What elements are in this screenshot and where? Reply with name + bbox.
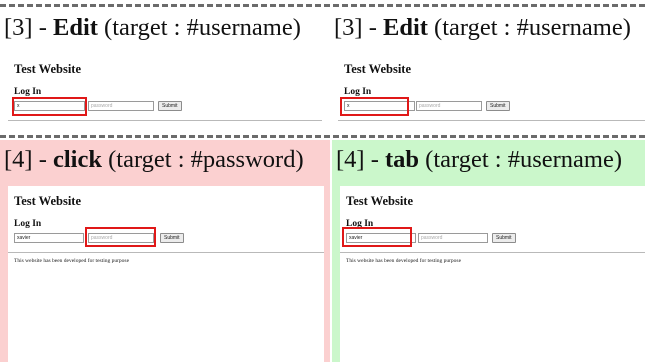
site-title: Test Website [346, 194, 414, 208]
page-screenshot: Test Website Log In xavier password Subm… [8, 186, 324, 362]
step-action: Edit [52, 14, 98, 41]
horizontal-rule [340, 252, 645, 253]
page-screenshot: Test Website Log In xavier password Subm… [340, 186, 645, 362]
step-index: [4] - [336, 146, 385, 173]
step-target: (target : #password) [101, 146, 304, 173]
submit-button[interactable]: Submit [160, 233, 184, 243]
step-target: (target : #username) [97, 14, 301, 41]
step-panel-click: [4] - click (target : #password) Test We… [0, 140, 330, 362]
horizontal-rule [8, 252, 324, 253]
step-index: [4] - [4, 146, 53, 173]
submit-button[interactable]: Submit [486, 101, 510, 111]
target-highlight-username [342, 227, 412, 247]
site-title: Test Website [344, 62, 412, 76]
middle-dashed-separator [0, 135, 645, 138]
page-screenshot: Test Website Log In x password Submit [338, 54, 645, 128]
step-panel-edit-left: [3] - Edit (target : #username) Test Web… [0, 8, 322, 133]
username-input[interactable]: xavier [14, 233, 84, 243]
login-heading: Log In [344, 87, 372, 97]
step-panel-edit-right: [3] - Edit (target : #username) Test Web… [330, 8, 645, 133]
login-heading: Log In [14, 87, 42, 97]
target-highlight-password [85, 227, 156, 247]
footer-text: This website has been developed for test… [14, 258, 130, 264]
horizontal-rule [338, 120, 645, 121]
step-caption: [3] - Edit (target : #username) [4, 14, 301, 41]
password-input[interactable]: password [88, 101, 154, 111]
top-dashed-separator [0, 4, 645, 7]
step-target: (target : #username) [419, 146, 622, 173]
step-action: click [52, 146, 102, 173]
target-highlight-username [340, 97, 409, 116]
password-input[interactable]: password [418, 233, 488, 243]
step-target: (target : #username) [427, 14, 631, 41]
step-panel-tab: [4] - tab (target : #username) Test Webs… [332, 140, 645, 362]
target-highlight-username [12, 97, 87, 116]
step-caption: [4] - click (target : #password) [4, 146, 304, 173]
submit-button[interactable]: Submit [492, 233, 516, 243]
horizontal-rule [8, 120, 322, 121]
site-title: Test Website [14, 194, 82, 208]
login-heading: Log In [14, 219, 42, 229]
step-index: [3] - [334, 14, 383, 41]
step-action: tab [384, 146, 420, 173]
step-action: Edit [382, 14, 428, 41]
step-caption: [4] - tab (target : #username) [336, 146, 622, 173]
step-index: [3] - [4, 14, 53, 41]
submit-button[interactable]: Submit [158, 101, 182, 111]
site-title: Test Website [14, 62, 82, 76]
password-input[interactable]: password [416, 101, 482, 111]
page-screenshot: Test Website Log In x password Submit [8, 54, 322, 128]
footer-text: This website has been developed for test… [346, 258, 462, 264]
step-caption: [3] - Edit (target : #username) [334, 14, 631, 41]
